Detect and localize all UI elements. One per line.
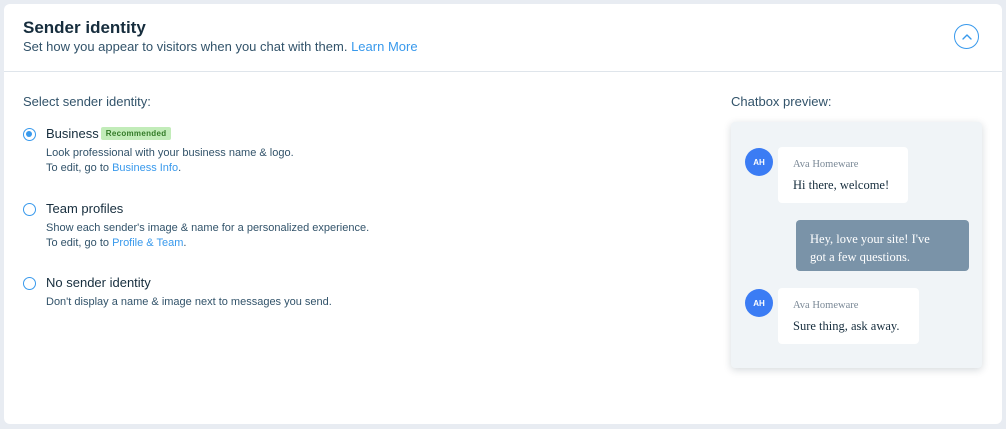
avatar: AH xyxy=(745,289,773,317)
chevron-up-icon xyxy=(961,34,972,40)
radio-business[interactable] xyxy=(23,128,36,141)
avatar: AH xyxy=(745,148,773,176)
profile-team-link[interactable]: Profile & Team xyxy=(112,237,183,249)
option-team-desc-line1: Show each sender's image & name for a pe… xyxy=(46,222,370,234)
collapse-button[interactable] xyxy=(954,24,979,49)
option-team-profiles-desc: Show each sender's image & name for a pe… xyxy=(46,221,369,251)
radio-team-profiles[interactable] xyxy=(23,203,36,216)
card-header: Sender identity Set how you appear to vi… xyxy=(4,4,1002,72)
option-business-desc: Look professional with your business nam… xyxy=(46,146,294,176)
card-subtitle: Set how you appear to visitors when you … xyxy=(23,39,418,54)
message-sender: Ava Homeware xyxy=(793,159,859,170)
outgoing-message-line1: Hey, love your site! I've xyxy=(810,232,930,246)
option-team-profiles-label: Team profiles xyxy=(46,201,124,216)
sender-identity-card: Sender identity Set how you appear to vi… xyxy=(4,4,1002,424)
subtitle-text: Set how you appear to visitors when you … xyxy=(23,39,348,54)
outgoing-message-line2: got a few questions. xyxy=(810,250,910,264)
card-title: Sender identity xyxy=(23,18,146,37)
desc-suffix: . xyxy=(178,162,182,174)
option-business-label: Business xyxy=(46,126,99,141)
option-business-desc-line2: To edit, go to Business Info. xyxy=(46,161,294,176)
preview-label: Chatbox preview: xyxy=(731,94,832,109)
incoming-message: Ava Homeware Hi there, welcome! xyxy=(778,147,908,203)
incoming-message: Ava Homeware Sure thing, ask away. xyxy=(778,288,919,344)
outgoing-message: Hey, love your site! I've got a few ques… xyxy=(796,220,969,271)
desc-prefix: To edit, go to xyxy=(46,237,109,249)
radio-no-sender-identity[interactable] xyxy=(23,277,36,290)
option-business-desc-line1: Look professional with your business nam… xyxy=(46,147,294,159)
message-text: Hi there, welcome! xyxy=(793,178,890,192)
option-none-title-row: No sender identity xyxy=(46,275,151,290)
section-label: Select sender identity: xyxy=(23,94,151,109)
message-text: Sure thing, ask away. xyxy=(793,319,900,333)
message-sender: Ava Homeware xyxy=(793,300,859,311)
business-info-link[interactable]: Business Info xyxy=(112,162,178,174)
desc-suffix: . xyxy=(183,237,187,249)
option-team-desc-line2: To edit, go to Profile & Team. xyxy=(46,236,369,251)
option-business-title-row: Business Recommended xyxy=(46,126,172,141)
option-no-sender-desc: Don't display a name & image next to mes… xyxy=(46,295,332,310)
desc-prefix: To edit, go to xyxy=(46,162,109,174)
option-team-title-row: Team profiles xyxy=(46,201,123,216)
option-no-sender-label: No sender identity xyxy=(46,275,151,290)
recommended-badge: Recommended xyxy=(100,127,172,140)
chatbox-preview: AH Ava Homeware Hi there, welcome! Hey, … xyxy=(731,122,982,368)
learn-more-link[interactable]: Learn More xyxy=(351,39,417,54)
option-none-desc-line1: Don't display a name & image next to mes… xyxy=(46,296,332,308)
